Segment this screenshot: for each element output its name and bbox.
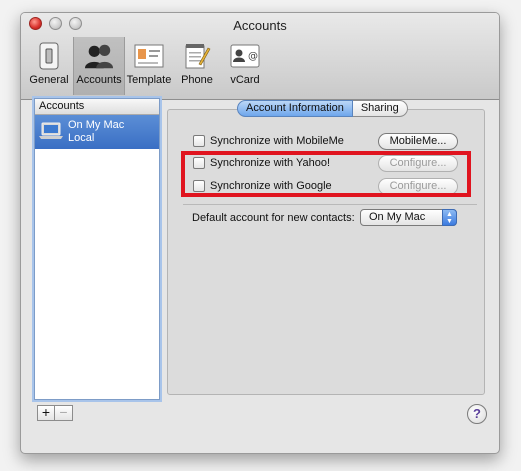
help-button[interactable]: ? <box>467 404 487 424</box>
mobileme-button[interactable]: MobileMe... <box>378 133 458 150</box>
toolbar-item-template[interactable]: Template <box>125 37 173 95</box>
default-account-label: Default account for new contacts: <box>192 212 355 224</box>
toolbar-label: Phone <box>181 74 213 86</box>
sync-mobileme-checkbox[interactable] <box>193 135 205 147</box>
card-template-icon <box>134 41 164 71</box>
svg-text:@: @ <box>248 51 258 62</box>
default-account-select[interactable]: On My Mac ▲ ▼ <box>360 209 457 226</box>
toolbar-item-vcard[interactable]: @ vCard <box>221 37 269 95</box>
accounts-list[interactable]: Accounts On My Mac Local <box>34 98 160 400</box>
toolbar-label: Accounts <box>76 74 122 86</box>
account-name: On My Mac <box>68 119 125 131</box>
tab-sharing[interactable]: Sharing <box>352 100 408 117</box>
toolbar-label: Template <box>126 74 172 86</box>
switch-icon <box>34 41 64 71</box>
preferences-toolbar: General Accounts Template Phone @ vCard <box>25 37 269 95</box>
toolbar-item-general[interactable]: General <box>25 37 73 95</box>
tab-account-information[interactable]: Account Information <box>237 100 353 117</box>
add-account-button[interactable]: + <box>37 405 55 421</box>
account-tabs: Account Information Sharing <box>237 100 408 117</box>
title-bar: Accounts General Accounts Template Phone… <box>21 13 499 100</box>
notepad-pencil-icon <box>182 41 212 71</box>
window-title: Accounts <box>233 18 287 33</box>
laptop-icon <box>39 122 63 143</box>
account-item-on-my-mac[interactable]: On My Mac Local <box>35 115 159 149</box>
remove-account-button[interactable]: − <box>55 405 73 421</box>
default-account-value: On My Mac <box>369 211 426 223</box>
section-divider <box>183 204 477 205</box>
vcard-icon: @ <box>230 41 260 71</box>
toolbar-item-phone[interactable]: Phone <box>173 37 221 95</box>
toolbar-item-accounts[interactable]: Accounts <box>73 37 125 95</box>
account-subtitle: Local <box>68 132 95 144</box>
highlight-box <box>181 151 471 197</box>
select-arrows-icon: ▲ ▼ <box>442 209 457 226</box>
accounts-window: Accounts General Accounts Template Phone… <box>20 12 500 454</box>
sync-mobileme-label: Synchronize with MobileMe <box>210 135 344 147</box>
toolbar-label: vCard <box>230 74 260 86</box>
toolbar-label: General <box>29 74 69 86</box>
sync-row-mobileme: Synchronize with MobileMe <box>193 132 344 150</box>
accounts-list-header: Accounts <box>35 99 159 115</box>
people-icon <box>84 41 114 71</box>
